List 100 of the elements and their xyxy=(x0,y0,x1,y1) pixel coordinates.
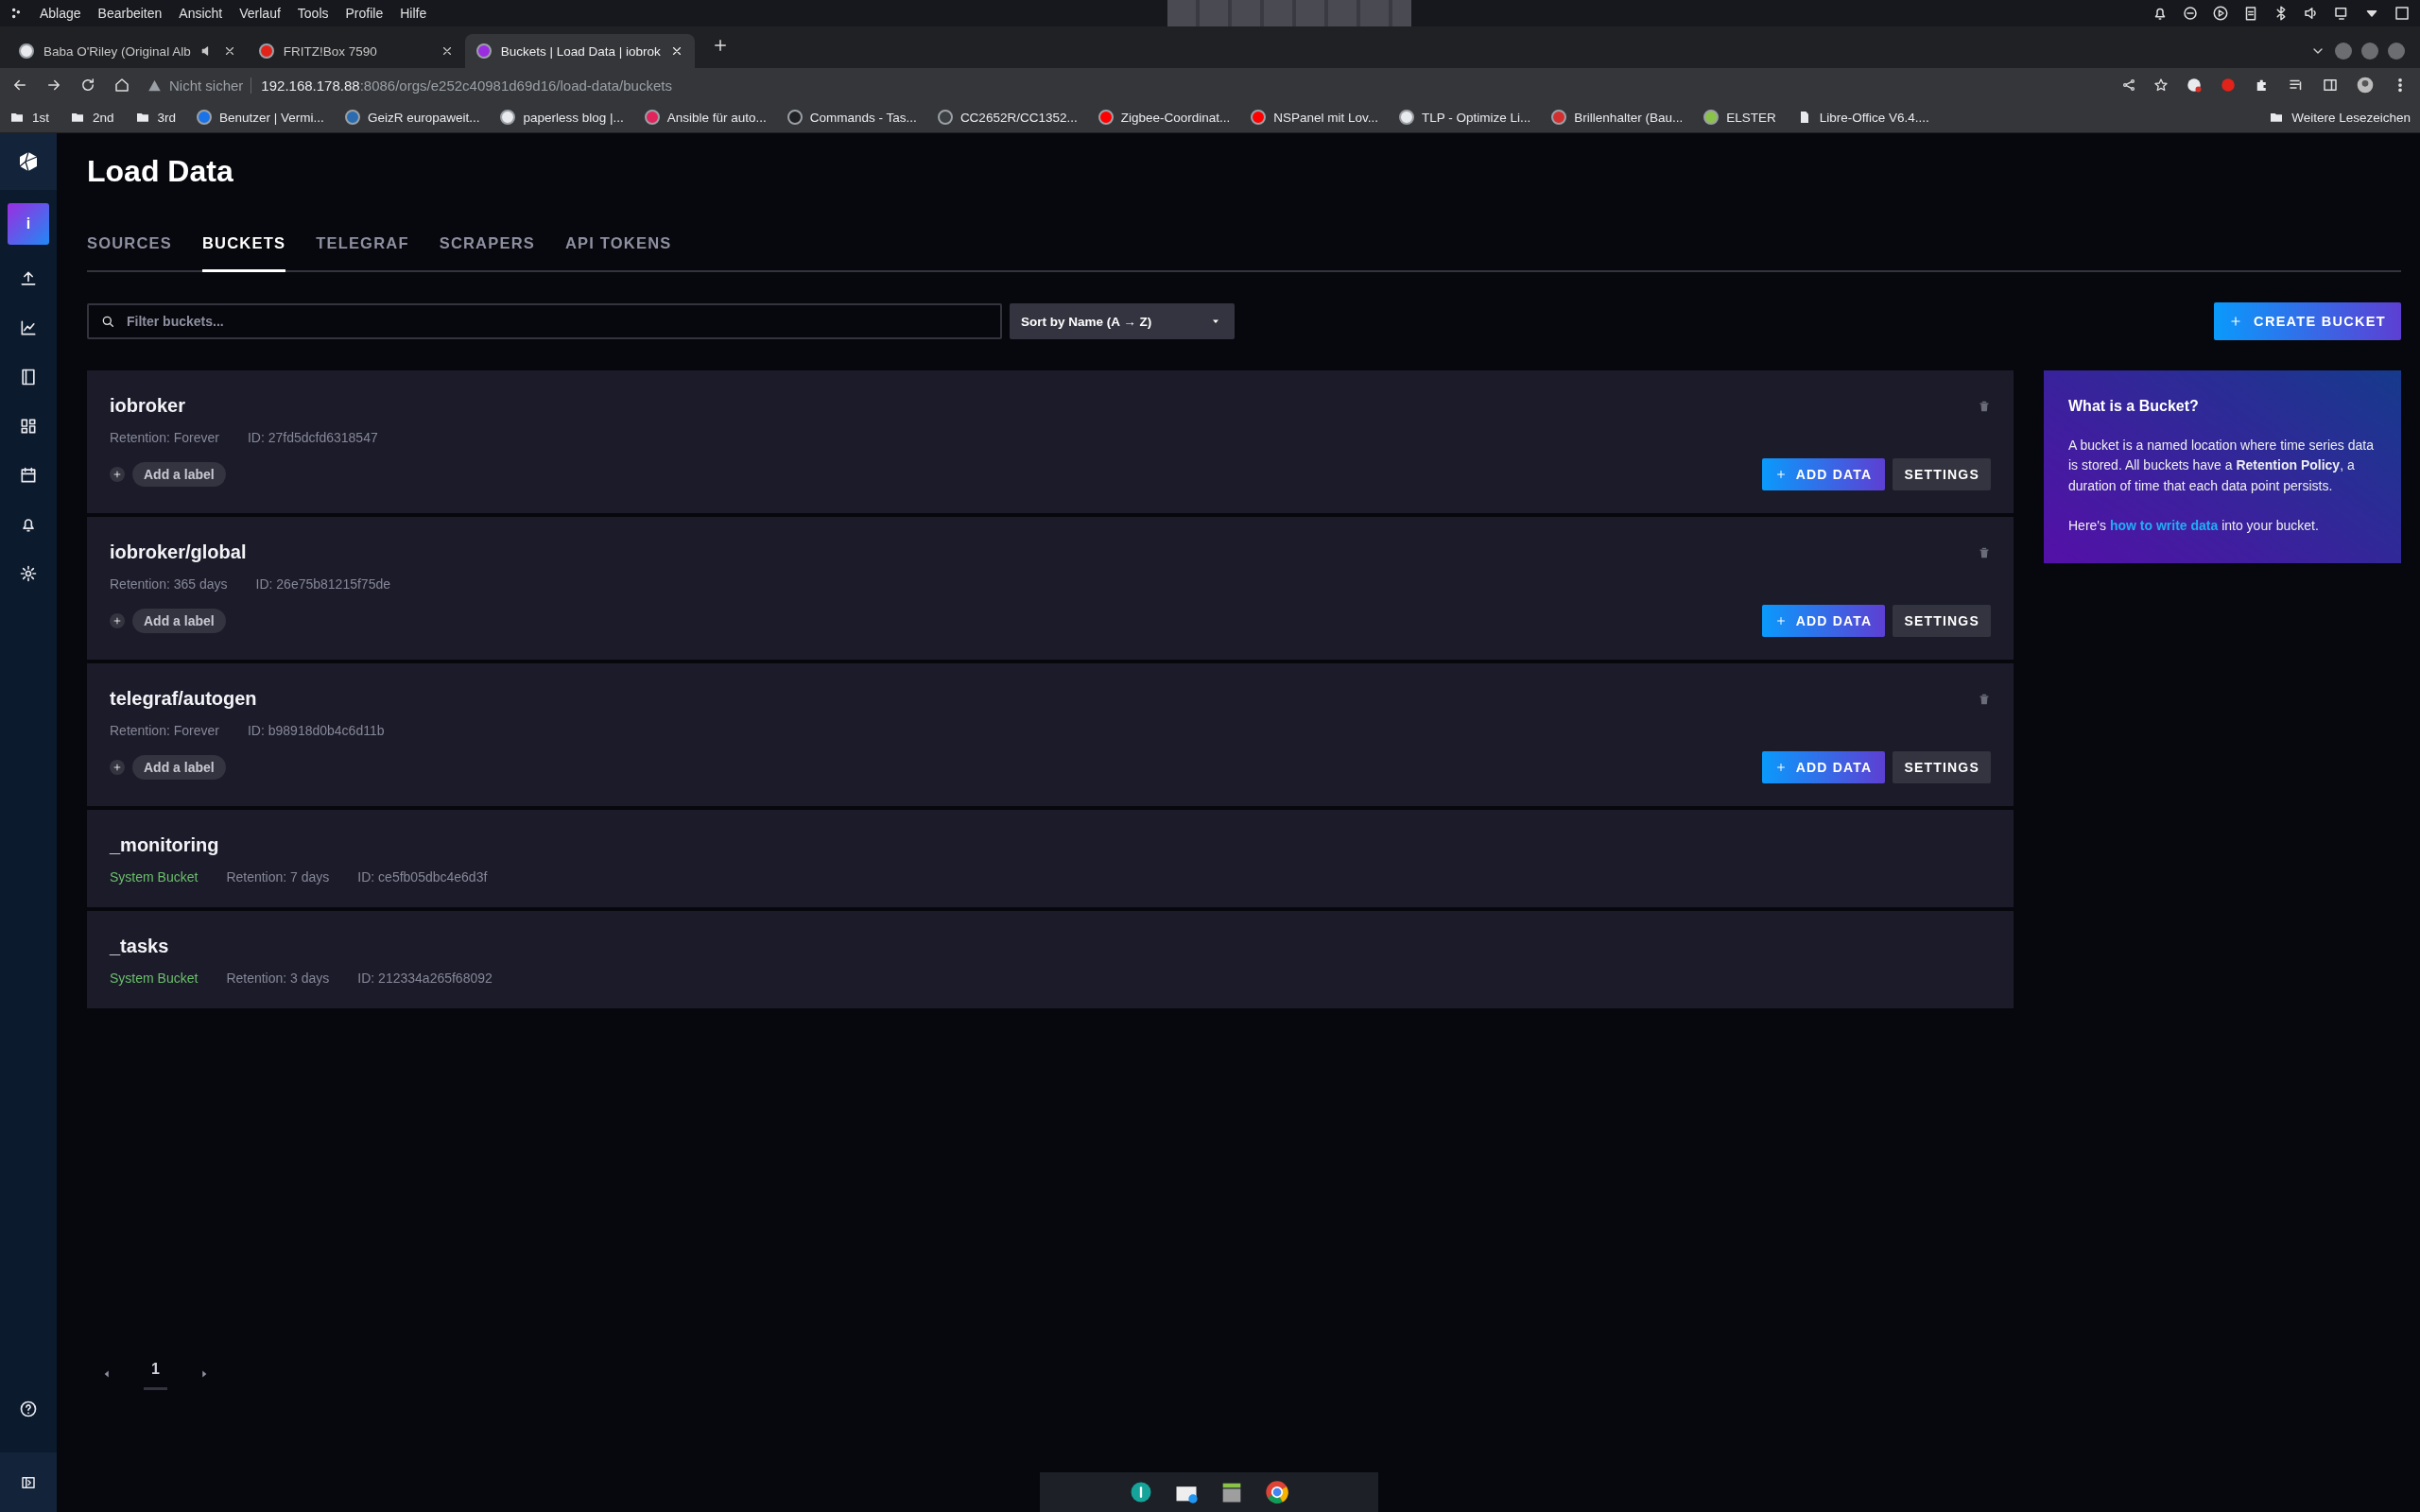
bookmark[interactable]: Ansible für auto... xyxy=(666,110,767,125)
retention-text: Retention: 3 days xyxy=(226,971,330,986)
menu-item[interactable]: Ablage xyxy=(40,6,81,21)
reload-icon[interactable] xyxy=(79,77,96,94)
info-text: A bucket is a named location where time series data is stored. All buckets have a Retention Policy, a duration of time that each data point persists. xyxy=(2068,436,2375,496)
bookmark-folder[interactable]: Weitere Lesezeichen xyxy=(2291,110,2411,125)
home-icon[interactable] xyxy=(113,77,130,94)
page-number[interactable]: 1 xyxy=(144,1357,167,1390)
system-logo-icon[interactable] xyxy=(9,7,23,20)
menu-item[interactable]: Verlauf xyxy=(239,6,281,21)
org-avatar[interactable]: i xyxy=(8,203,49,245)
retention-text: Retention: 365 days xyxy=(110,576,228,592)
tab[interactable]: SCRAPERS xyxy=(439,234,535,272)
play-icon xyxy=(2212,5,2229,22)
window-control[interactable] xyxy=(2335,43,2352,60)
bookmark[interactable]: paperless blog |... xyxy=(523,110,624,125)
avatar-icon[interactable] xyxy=(2356,76,2375,94)
bookmark[interactable]: Brillenhalter (Bau... xyxy=(1574,110,1684,125)
dashboard-icon[interactable] xyxy=(19,417,38,436)
add-label-icon[interactable] xyxy=(110,760,125,775)
bookmark[interactable]: Commands - Tas... xyxy=(809,110,917,125)
logo-tile[interactable] xyxy=(0,133,57,190)
bookmark[interactable]: Libre-Office V6.4.... xyxy=(1819,110,1929,125)
settings-button[interactable]: SETTINGS xyxy=(1893,605,1991,637)
search-field[interactable]: Filter buckets... xyxy=(87,303,1002,339)
browser-icon[interactable] xyxy=(1264,1479,1290,1505)
extension-badge-icon[interactable] xyxy=(2186,77,2203,94)
url-path[interactable]: :8086/orgs/e252c40981d69d16/load-data/buckets xyxy=(359,77,672,94)
sidepanel-icon[interactable] xyxy=(2322,77,2339,94)
tab-title: FRITZ!Box 7590 xyxy=(283,43,378,59)
extension-icon[interactable] xyxy=(2220,77,2237,94)
browser-tab[interactable]: Baba O'Riley (Original Alb xyxy=(8,34,248,68)
tab[interactable]: API TOKENS xyxy=(564,234,672,272)
bookmark[interactable]: NSPanel mit Lov... xyxy=(1273,110,1379,125)
bookmark[interactable]: 2nd xyxy=(93,110,114,125)
help-icon[interactable] xyxy=(19,1400,38,1418)
add-data-button[interactable]: ADD DATA xyxy=(1761,751,1886,783)
plus-icon xyxy=(112,763,122,772)
settings-icon[interactable] xyxy=(19,564,38,583)
bookmark[interactable]: Zigbee-Coordinat... xyxy=(1120,110,1231,125)
info-link-text: Here's how to write data into your bucket. xyxy=(2068,516,2320,535)
menu-item[interactable]: Ansicht xyxy=(179,6,223,21)
menu-item[interactable]: Tools xyxy=(297,6,329,21)
browser-tab[interactable]: FRITZ!Box 7590 xyxy=(247,34,465,68)
bucket-name[interactable]: iobroker xyxy=(110,395,186,417)
trash-icon[interactable] xyxy=(1978,692,1991,706)
bucket-name[interactable]: _monitoring xyxy=(110,834,219,856)
chart-icon[interactable] xyxy=(19,318,38,337)
bookmark[interactable]: CC2652R/CC1352... xyxy=(959,110,1078,125)
bookmark[interactable]: GeizR europaweit... xyxy=(367,110,480,125)
menu-item[interactable]: Profile xyxy=(345,6,384,21)
add-label-button[interactable]: Add a label xyxy=(132,609,226,633)
menu-item[interactable]: Hilfe xyxy=(400,6,427,21)
link[interactable]: how to write data xyxy=(2109,517,2219,533)
bookmark[interactable]: 3rd xyxy=(157,110,177,125)
bookmark[interactable]: Benutzer | Vermi... xyxy=(219,110,324,125)
bucket-name[interactable]: _tasks xyxy=(110,936,169,957)
bookmark[interactable]: ELSTER xyxy=(1726,110,1776,125)
trash-icon[interactable] xyxy=(1978,545,1991,559)
bucket-name[interactable]: iobroker/global xyxy=(110,541,247,563)
bucket-name[interactable]: telegraf/autogen xyxy=(110,688,257,710)
add-label-icon[interactable] xyxy=(110,613,125,628)
search-icon xyxy=(100,314,115,329)
expand-sidebar-icon[interactable] xyxy=(20,1474,37,1491)
create-bucket-button[interactable]: CREATE BUCKET xyxy=(2214,302,2401,340)
sort-dropdown[interactable]: Sort by Name (A → Z) xyxy=(1010,303,1235,339)
upload-icon[interactable] xyxy=(19,269,38,288)
add-label-button[interactable]: Add a label xyxy=(132,462,226,487)
add-label-button[interactable]: Add a label xyxy=(132,755,226,780)
star-icon[interactable] xyxy=(2153,77,2169,93)
tab[interactable]: TELEGRAF xyxy=(316,234,409,272)
warning-icon xyxy=(147,77,162,93)
add-data-button[interactable]: ADD DATA xyxy=(1761,458,1886,490)
tab[interactable]: BUCKETS xyxy=(202,234,286,272)
share-icon[interactable] xyxy=(2121,77,2136,93)
bucket-id: ID: ce5fb05dbc4e6d3f xyxy=(357,869,488,885)
system-bucket-label: System Bucket xyxy=(110,971,199,986)
security-label: Nicht sicher xyxy=(169,77,244,94)
url-host[interactable]: 192.168.178.88 xyxy=(251,77,360,94)
add-label-icon[interactable] xyxy=(110,467,125,482)
trash-icon[interactable] xyxy=(1978,399,1991,413)
menu-item[interactable]: Bearbeiten xyxy=(97,6,163,21)
bucket-id: ID: 26e75b81215f75de xyxy=(255,576,390,592)
bucket-id: ID: b98918d0b4c6d11b xyxy=(247,723,385,738)
bookmark[interactable]: 1st xyxy=(32,110,49,125)
bookmark[interactable]: TLP - Optimize Li... xyxy=(1422,110,1531,125)
tab[interactable]: SOURCES xyxy=(87,234,172,272)
retention-text: Retention: 7 days xyxy=(226,869,330,885)
settings-button[interactable]: SETTINGS xyxy=(1893,458,1991,490)
window-control[interactable] xyxy=(2388,43,2405,60)
info-title: What is a Bucket? xyxy=(2068,397,2200,416)
retention-text: Retention: Forever xyxy=(110,430,219,445)
window-control[interactable] xyxy=(2361,43,2378,60)
settings-button[interactable]: SETTINGS xyxy=(1893,751,1991,783)
browser-tab[interactable]: Buckets | Load Data | iobrok xyxy=(464,34,695,68)
calendar-icon[interactable] xyxy=(19,466,38,485)
add-data-button[interactable]: ADD DATA xyxy=(1761,605,1886,637)
retention-text: Retention: Forever xyxy=(110,723,219,738)
window-icon xyxy=(2394,5,2411,22)
notebook-icon[interactable] xyxy=(19,368,38,387)
